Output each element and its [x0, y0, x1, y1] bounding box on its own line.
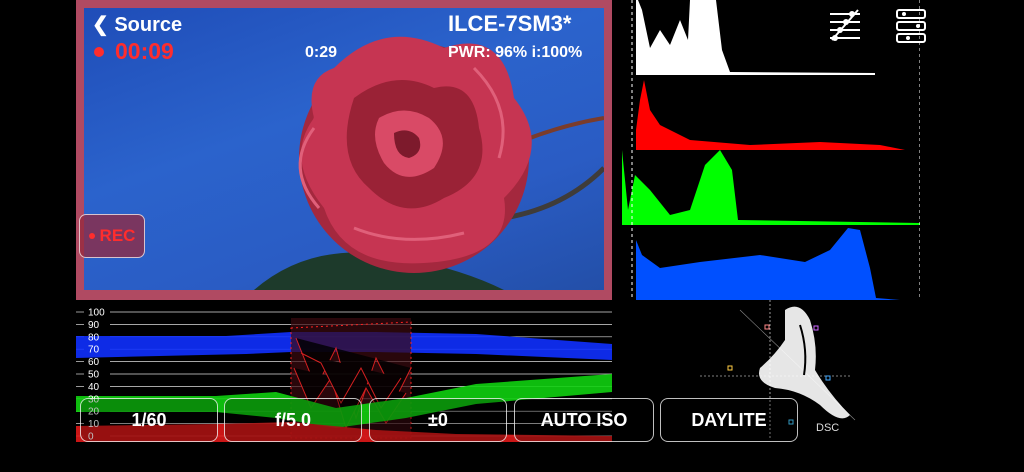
waveform-scale-label: 50 — [88, 370, 100, 381]
white-balance-value: DAYLITE — [691, 409, 767, 430]
histogram-red — [636, 80, 905, 150]
chevron-left-icon: ❮ — [92, 14, 109, 36]
power-status: PWR: 96% i:100% — [448, 44, 583, 61]
rgb-histogram — [622, 0, 920, 300]
white-balance-button[interactable]: DAYLITE — [660, 398, 798, 442]
source-button[interactable]: ❮ Source — [92, 12, 182, 37]
waveform-scale-label: 80 — [88, 332, 100, 343]
record-label: REC — [99, 226, 136, 245]
sliders-icon[interactable] — [826, 6, 864, 46]
record-timer: 00:09 — [115, 38, 174, 64]
iso-button[interactable]: AUTO ISO — [514, 398, 654, 442]
waveform-scale-label: 90 — [88, 320, 100, 331]
clip-remaining: 0:29 — [305, 44, 338, 61]
shutter-speed-value: 1/60 — [131, 409, 167, 430]
exposure-comp-value: ±0 — [428, 409, 448, 430]
exposure-comp-button[interactable]: ±0 — [369, 398, 507, 442]
waveform-scale-label: 40 — [88, 382, 100, 393]
histogram-green — [622, 150, 920, 225]
waveform-scale-label: 70 — [88, 345, 100, 356]
record-button[interactable]: REC — [79, 214, 145, 258]
waveform-scale-label: 100 — [88, 308, 105, 319]
camera-name: ILCE-7SM3* — [448, 11, 572, 36]
waveform-scale-label: 60 — [88, 357, 100, 368]
aperture-button[interactable]: f/5.0 — [224, 398, 362, 442]
iso-value: AUTO ISO — [540, 409, 628, 430]
layout-toggle-icon[interactable] — [892, 6, 930, 46]
recording-indicator-icon — [94, 47, 104, 57]
shutter-speed-button[interactable]: 1/60 — [80, 398, 218, 442]
source-label: Source — [114, 14, 183, 36]
record-dot-icon — [88, 233, 95, 239]
vectorscope-label: DSC — [816, 422, 840, 434]
histogram-blue — [636, 228, 900, 300]
aperture-value: f/5.0 — [274, 409, 312, 430]
